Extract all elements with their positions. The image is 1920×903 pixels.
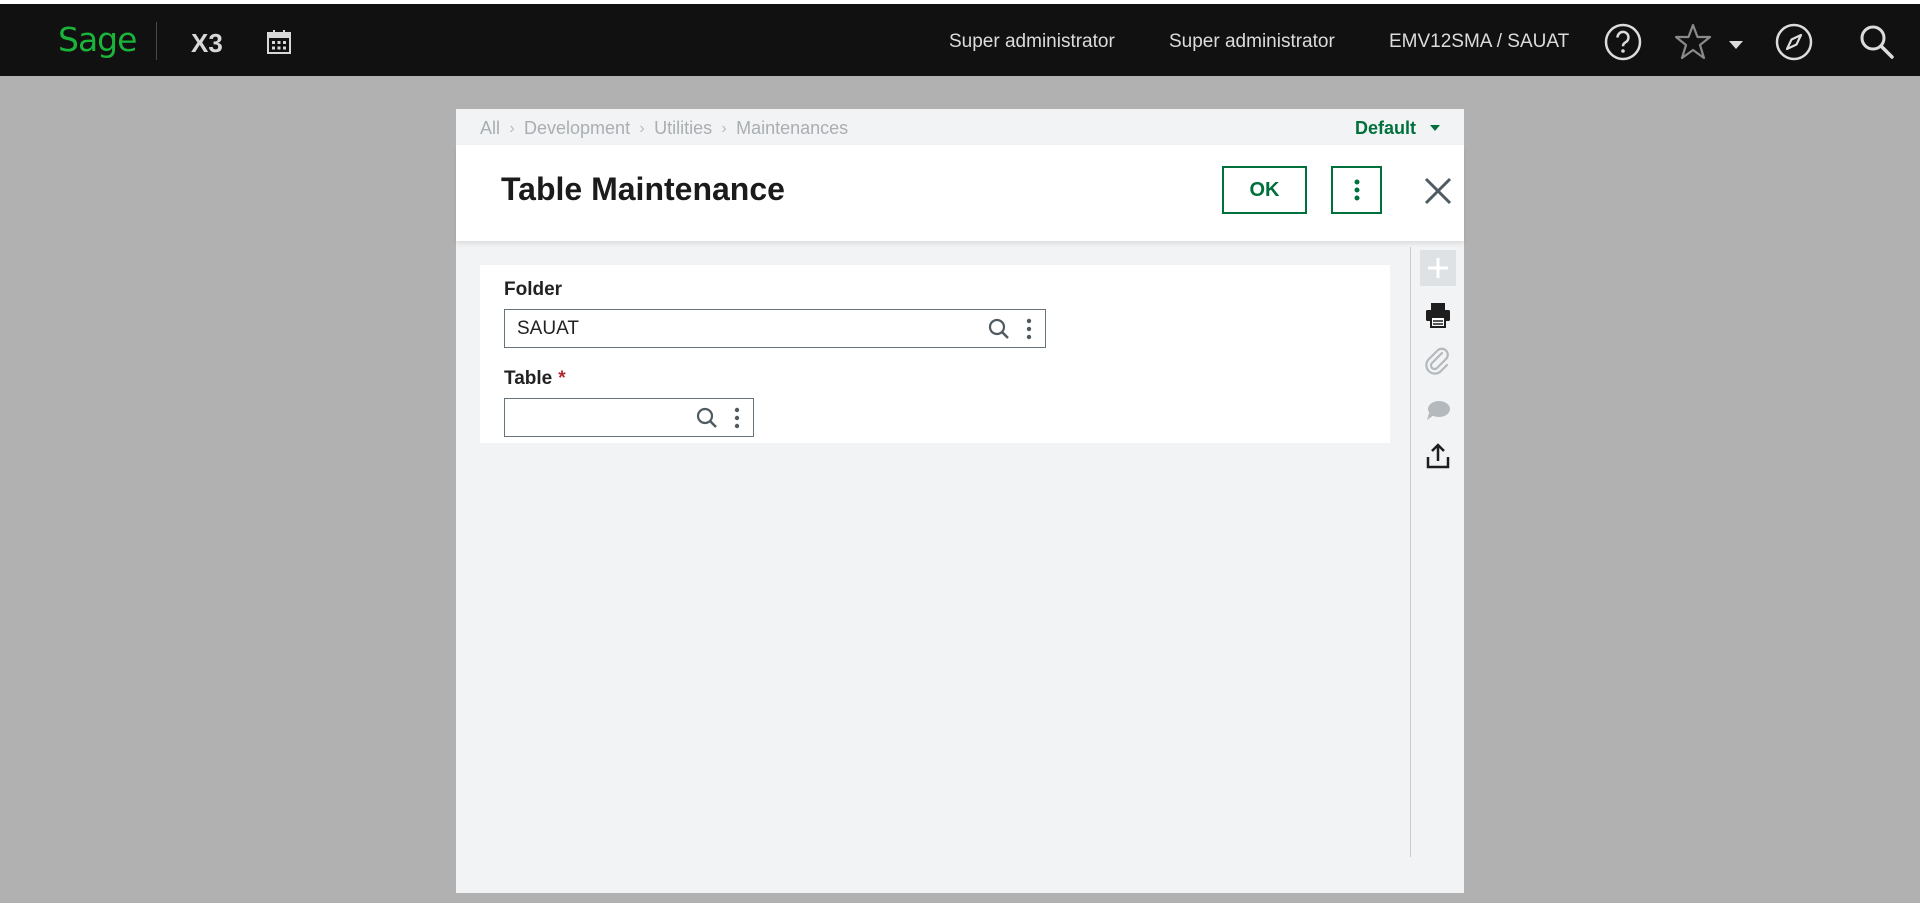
attachment-icon[interactable] — [1420, 344, 1456, 380]
comment-icon[interactable] — [1420, 392, 1456, 428]
folder-field[interactable]: SAUAT — [504, 309, 1046, 348]
breadcrumb: All › Development › Utilities › Maintena… — [480, 118, 848, 139]
table-field[interactable] — [504, 398, 757, 438]
table-label: Table — [504, 368, 553, 389]
criteria-panel: Folder SAUAT Table * — [480, 265, 1390, 443]
vertical-dots-icon[interactable] — [1025, 318, 1033, 340]
user-menu-1[interactable]: Super administrator — [949, 31, 1115, 53]
breadcrumb-item-utilities[interactable]: Utilities — [654, 118, 712, 139]
search-icon[interactable] — [696, 407, 718, 429]
calendar-icon[interactable] — [266, 29, 292, 55]
page-title: Table Maintenance — [501, 171, 785, 207]
side-rail-divider — [1410, 247, 1411, 857]
star-icon[interactable] — [1673, 22, 1713, 62]
vertical-dots-icon[interactable] — [733, 407, 741, 429]
view-selector[interactable]: Default — [1355, 118, 1440, 139]
close-icon[interactable] — [1422, 175, 1454, 207]
folder-label: Folder — [504, 279, 563, 300]
caret-down-icon — [1430, 124, 1440, 131]
folder-value: SAUAT — [517, 318, 579, 339]
ok-button[interactable]: OK — [1222, 166, 1307, 214]
compass-icon[interactable] — [1774, 22, 1814, 62]
endpoint-menu[interactable]: EMV12SMA / SAUAT — [1389, 31, 1569, 53]
chevron-right-icon: › — [721, 119, 727, 137]
search-icon[interactable] — [1857, 22, 1897, 62]
chevron-right-icon: › — [509, 119, 515, 137]
plus-icon[interactable] — [1420, 250, 1456, 286]
app-name[interactable]: X3 — [191, 28, 223, 59]
table-maintenance-dialog: All › Development › Utilities › Maintena… — [456, 109, 1464, 893]
top-bar: Sage X3 Super administrator Super admini… — [0, 4, 1920, 76]
user-menu-2[interactable]: Super administrator — [1169, 31, 1335, 53]
view-selector-label: Default — [1354, 118, 1416, 138]
breadcrumb-item-maintenances[interactable]: Maintenances — [736, 118, 848, 139]
help-icon[interactable] — [1603, 22, 1643, 62]
breadcrumb-bar: All › Development › Utilities › Maintena… — [456, 109, 1464, 145]
share-icon[interactable] — [1420, 439, 1456, 475]
breadcrumb-item-all[interactable]: All — [480, 118, 500, 139]
chevron-down-icon[interactable] — [1726, 34, 1746, 54]
table-label-wrap: Table * — [504, 368, 566, 390]
chevron-right-icon: › — [639, 119, 645, 137]
required-marker: * — [558, 368, 566, 389]
print-icon[interactable] — [1420, 297, 1456, 333]
sage-logo[interactable]: Sage — [58, 20, 137, 59]
divider — [156, 22, 157, 60]
more-actions-button[interactable] — [1331, 166, 1382, 214]
table-input[interactable] — [505, 399, 757, 438]
search-icon[interactable] — [988, 318, 1010, 340]
breadcrumb-item-development[interactable]: Development — [524, 118, 630, 139]
vertical-dots-icon — [1354, 179, 1359, 201]
dialog-header: Table Maintenance OK — [456, 145, 1464, 241]
